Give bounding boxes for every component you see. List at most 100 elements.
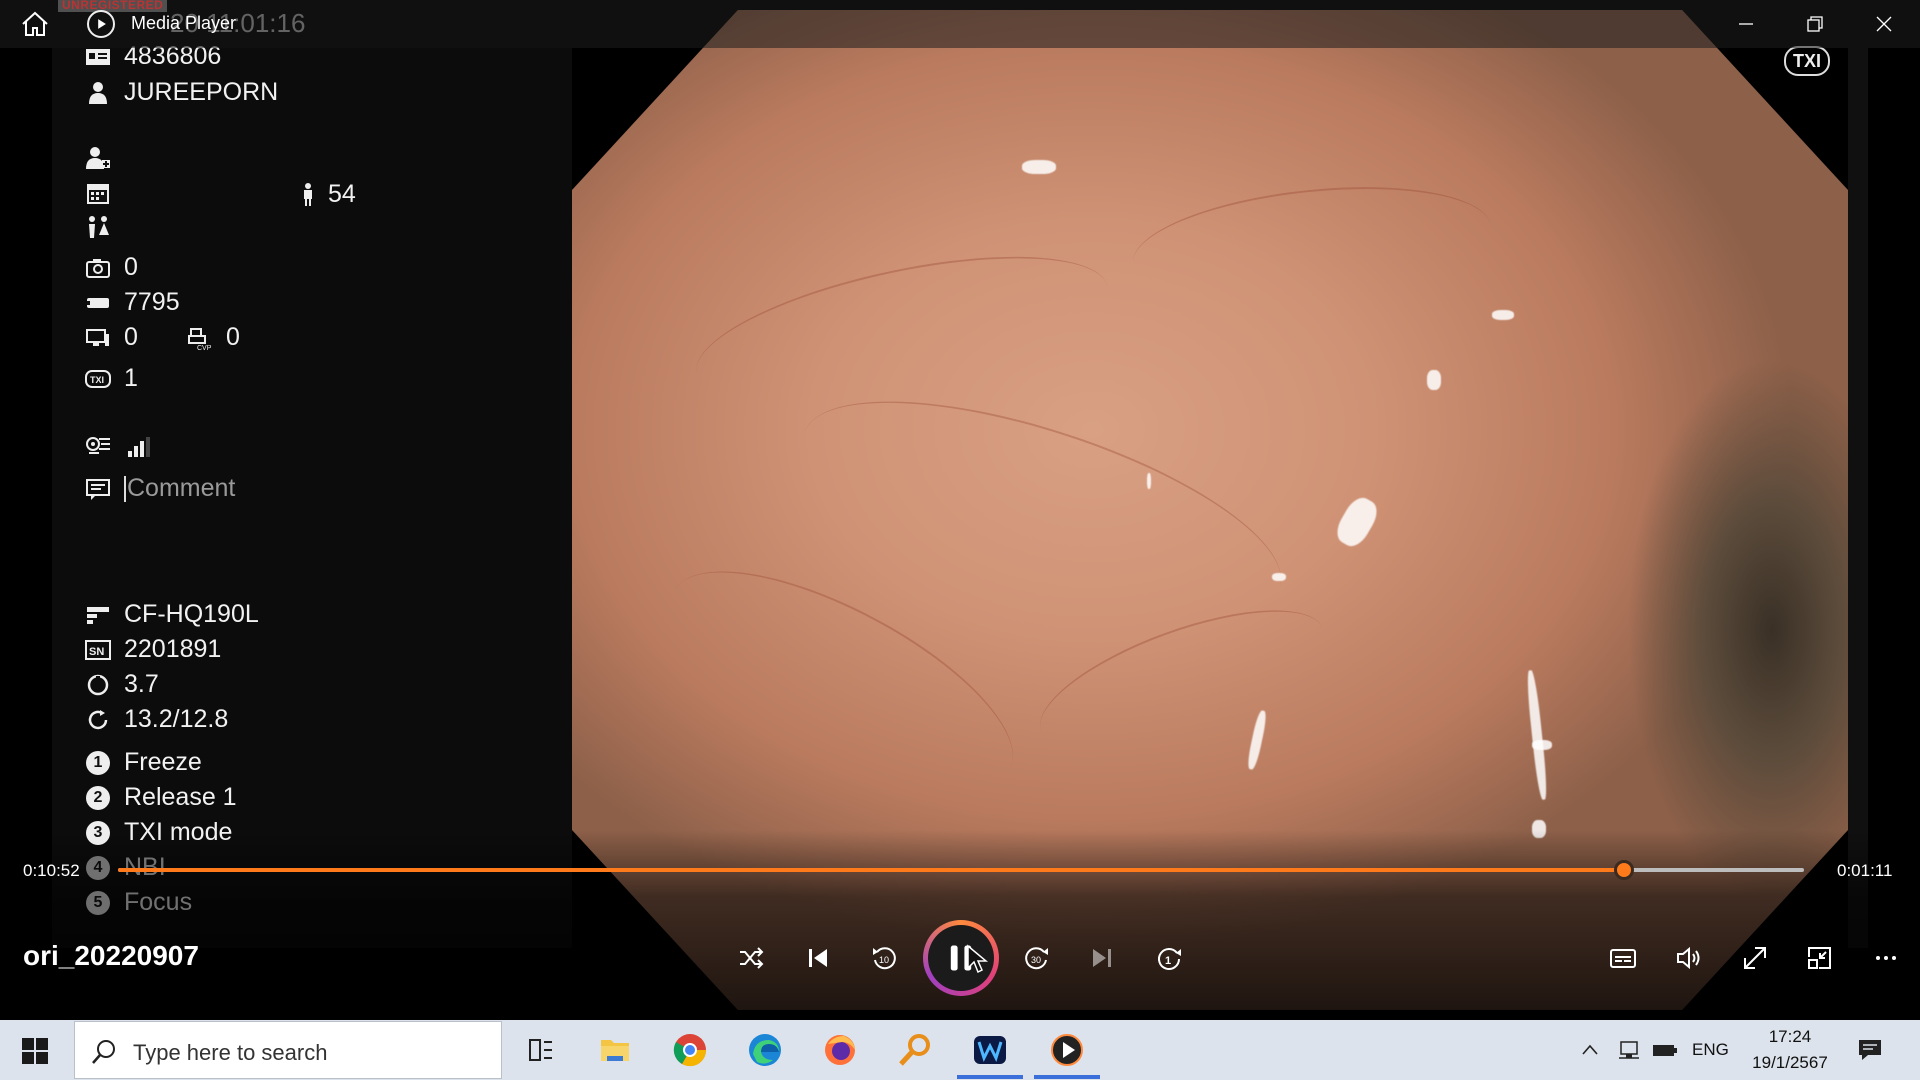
seek-bar-progress [118, 868, 1624, 872]
button-1-row: 1 Freeze [84, 748, 202, 777]
unregistered-watermark: UNREGISTERED [58, 0, 168, 12]
patient-name: JUREEPORN [124, 78, 279, 106]
button-2-number: 2 [86, 785, 110, 810]
close-button[interactable] [1850, 0, 1918, 48]
battery-icon[interactable] [1651, 1038, 1679, 1062]
camera-icon [84, 255, 112, 281]
forward-30-icon: 30 [1025, 947, 1048, 970]
seek-bar[interactable] [118, 860, 1804, 880]
notifications-icon[interactable] [1856, 1037, 1884, 1063]
search-everything-button[interactable] [878, 1021, 952, 1079]
enhance-eye-icon [84, 434, 112, 460]
value-a: 3.7 [124, 670, 159, 698]
seek-thumb[interactable] [1613, 860, 1634, 880]
serial-number: 2201891 [124, 635, 222, 663]
svg-text:CVP: CVP [197, 345, 212, 350]
clock-time: 17:24 [1768, 1027, 1812, 1046]
video-app-icon [974, 1036, 1006, 1064]
rotation-icon [84, 672, 112, 698]
restore-button[interactable] [1781, 0, 1849, 48]
media-filename: ori_20220907 [23, 940, 199, 971]
media-player-logo-icon [87, 10, 115, 38]
button-3-row: 3 TXI mode [84, 818, 232, 847]
calendar-icon [84, 180, 112, 206]
skip-next-icon [1093, 949, 1111, 967]
value-b-row: 13.2/12.8 [84, 705, 228, 734]
scope-model: CF-HQ190L [124, 600, 259, 628]
capture-count: 0 [124, 253, 138, 281]
task-view-button[interactable] [503, 1021, 577, 1079]
capture-row: 0 [84, 253, 138, 282]
video-right-band [1848, 48, 1868, 948]
shuffle-button[interactable] [727, 934, 775, 982]
expand-icon [1744, 947, 1766, 969]
video-app-button[interactable] [953, 1021, 1027, 1079]
date-row [84, 180, 124, 206]
skip-forward-30-button[interactable]: 30 [1013, 934, 1061, 982]
taskbar-search-box[interactable]: Type here to search [74, 1021, 502, 1079]
restore-icon [1807, 16, 1823, 32]
button-2-label: Release 1 [124, 783, 237, 811]
repeat-one-button[interactable]: 1 [1145, 934, 1193, 982]
network-icon[interactable] [1617, 1038, 1641, 1062]
svg-text:10: 10 [879, 955, 889, 965]
magnifier-app-icon [899, 1034, 930, 1066]
taskbar-clock[interactable]: 17:24 19/1/2567 [1740, 1024, 1840, 1076]
volume-button[interactable] [1665, 934, 1713, 982]
counter-value: 7795 [124, 288, 180, 316]
more-icon [1876, 956, 1896, 960]
skip-back-10-button[interactable]: 10 [860, 934, 908, 982]
patient-name-row: JUREEPORN [84, 78, 278, 107]
volume-icon [1677, 946, 1700, 970]
fullscreen-button[interactable] [1731, 934, 1779, 982]
minimize-icon [1739, 23, 1753, 25]
remaining-time: 0:01:11 [1837, 861, 1893, 880]
chrome-button[interactable] [653, 1021, 727, 1079]
video-surface[interactable]: TXI 4836806 JUREEPORN 54 0 7795 0 CVP 0 … [0, 0, 1920, 1020]
windows-start-icon[interactable] [14, 1034, 58, 1068]
captions-icon [1610, 949, 1636, 968]
captions-button[interactable] [1599, 934, 1647, 982]
edge-button[interactable] [728, 1021, 802, 1079]
button-1-label: Freeze [124, 748, 202, 776]
language-indicator[interactable]: ENG [1692, 1040, 1729, 1060]
home-icon[interactable] [20, 10, 50, 38]
file-explorer-button[interactable] [578, 1021, 652, 1079]
cvp-count: 0 [226, 323, 240, 351]
txi-level: 1 [124, 364, 138, 392]
age-person-icon [294, 182, 322, 208]
svg-text:TXI: TXI [90, 375, 104, 385]
tray-chevron-up-icon[interactable] [1580, 1040, 1600, 1060]
more-options-button[interactable] [1862, 934, 1910, 982]
comment-row[interactable]: Comment [84, 474, 235, 503]
next-button[interactable] [1078, 934, 1126, 982]
comment-field[interactable]: Comment [127, 474, 235, 503]
refresh-icon [84, 707, 112, 733]
firefox-button[interactable] [803, 1021, 877, 1079]
gender-icon [84, 214, 112, 240]
text-caret [124, 475, 126, 502]
skip-previous-icon [809, 949, 827, 967]
svg-text:SN: SN [89, 646, 104, 658]
minimize-button[interactable] [1712, 0, 1780, 48]
previous-button[interactable] [794, 934, 842, 982]
serial-row: SN 2201891 [84, 635, 221, 664]
txi-badge: TXI [1784, 46, 1830, 76]
value-b: 13.2/12.8 [124, 705, 229, 733]
txi-icon: TXI [84, 366, 112, 392]
age-row: 54 [294, 180, 356, 209]
mini-player-button[interactable] [1796, 934, 1844, 982]
clock-date: 19/1/2567 [1752, 1053, 1828, 1072]
firefox-icon [825, 1035, 855, 1065]
replay-10-icon: 10 [873, 947, 896, 970]
media-player-taskbar-button[interactable] [1030, 1021, 1104, 1079]
button-5-label: Focus [124, 888, 193, 916]
svg-text:1: 1 [1165, 955, 1171, 967]
button-2-row: 2 Release 1 [84, 783, 237, 812]
button-4-number: 4 [86, 855, 110, 880]
mini-player-icon [1808, 947, 1831, 969]
edge-icon [749, 1034, 781, 1066]
chrome-icon [673, 1034, 707, 1067]
film-icon [84, 290, 112, 316]
button-3-number: 3 [86, 820, 110, 845]
